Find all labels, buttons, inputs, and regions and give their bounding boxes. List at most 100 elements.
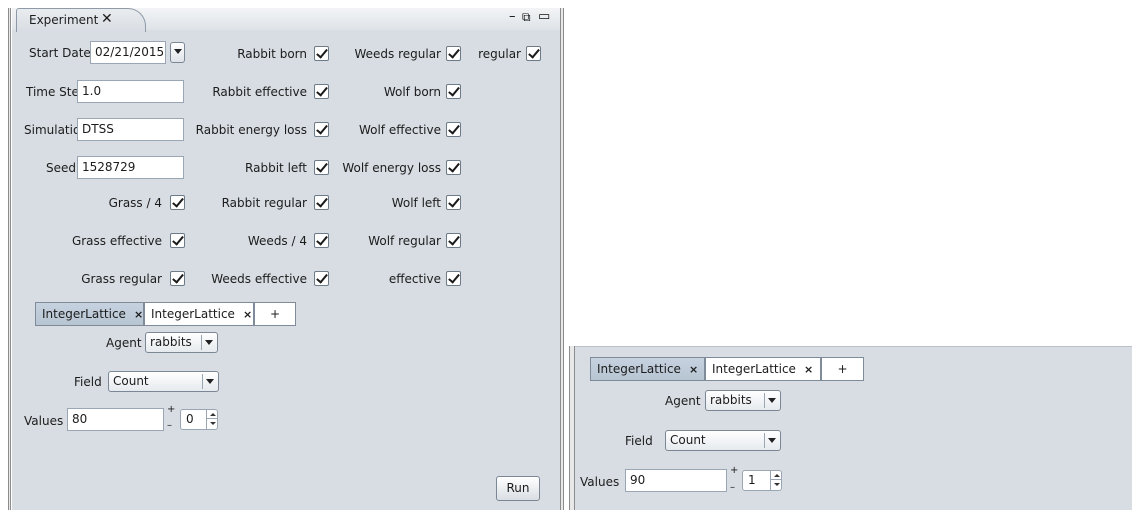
checkbox-label: Wolf energy loss	[342, 161, 441, 175]
checkbox-grass-regular[interactable]	[170, 271, 185, 286]
checkbox-rabbit-energy-loss[interactable]	[314, 122, 329, 137]
chevron-down-icon	[201, 335, 215, 350]
values-spinner[interactable]: 1	[742, 470, 782, 491]
checkbox-label: Weeds / 4	[247, 234, 307, 248]
tab-integer-lattice-1[interactable]: IntegerLattice ×	[35, 302, 144, 326]
experiment-window: Experiment ✕ – ⧉ ▭ Start Date 02/21/2015…	[0, 0, 569, 510]
tab-experiment[interactable]: Experiment ✕	[16, 8, 146, 32]
values-spinner[interactable]: 0	[180, 409, 218, 430]
agent-label: Agent	[106, 336, 142, 350]
checkbox-grass-4[interactable]	[170, 195, 185, 210]
checkbox-weeds-regular[interactable]	[446, 46, 461, 61]
checkbox-label: Wolf born	[383, 85, 441, 99]
field-select-value: Count	[670, 433, 706, 447]
checkbox-label: Rabbit regular	[221, 196, 307, 210]
add-tab-button[interactable]: +	[254, 302, 296, 326]
window-right-border[interactable]	[560, 8, 564, 510]
undock-icon[interactable]: ⧉	[522, 10, 531, 24]
checkbox-label: effective	[388, 272, 441, 286]
close-icon[interactable]: ×	[804, 363, 813, 376]
run-button[interactable]: Run	[496, 476, 540, 501]
values-label: Values	[24, 414, 64, 428]
checkbox-effective[interactable]	[446, 271, 461, 286]
close-icon[interactable]: ✕	[101, 11, 113, 27]
checkbox-label: Grass regular	[81, 272, 162, 286]
date-picker-button[interactable]	[170, 42, 185, 63]
chevron-down-icon	[174, 49, 182, 54]
minus-sign: –	[730, 482, 735, 493]
checkbox-wolf-regular[interactable]	[446, 233, 461, 248]
checkbox-label: Wolf regular	[368, 234, 441, 248]
values-spinner-value: 0	[186, 412, 194, 426]
minimize-icon[interactable]: –	[509, 10, 516, 24]
seed-field[interactable]: 1528729	[77, 156, 184, 179]
agent-select-value: rabbits	[710, 393, 752, 407]
start-date-label: Start Date	[29, 46, 91, 60]
spinner-down-icon[interactable]	[771, 480, 782, 489]
window-left-border	[8, 8, 11, 510]
checkbox-label: regular	[478, 47, 521, 61]
add-tab-button[interactable]: +	[821, 357, 864, 381]
agent-label: Agent	[665, 394, 701, 408]
checkbox-wolf-born[interactable]	[446, 84, 461, 99]
agent-select-value: rabbits	[150, 335, 192, 349]
checkbox-label: Weeds regular	[354, 47, 441, 61]
seed-label: Seed	[46, 161, 76, 175]
field-select[interactable]: Count	[108, 371, 219, 392]
checkbox-wolf-left[interactable]	[446, 195, 461, 210]
agent-select[interactable]: rabbits	[145, 332, 218, 353]
chevron-down-icon	[764, 393, 778, 408]
checkbox-label: Grass / 4	[108, 196, 162, 210]
chevron-down-icon	[764, 433, 778, 448]
spinner-up-icon[interactable]	[771, 471, 782, 480]
field-select[interactable]: Count	[665, 430, 781, 451]
simulation-field[interactable]: DTSS	[77, 118, 184, 141]
checkbox-label: Wolf left	[391, 196, 441, 210]
field-select-value: Count	[113, 374, 149, 388]
close-icon[interactable]: ×	[134, 308, 143, 321]
tab-label: IntegerLattice	[597, 362, 681, 376]
checkbox-label: Grass effective	[71, 234, 162, 248]
checkbox-grass-effective[interactable]	[170, 233, 185, 248]
lattice-panel-copy: IntegerLattice × IntegerLattice × + Agent …	[569, 0, 1132, 510]
values-label: Values	[580, 475, 620, 489]
spinner-down-icon[interactable]	[207, 419, 218, 428]
time-step-field[interactable]: 1.0	[77, 80, 184, 103]
spinner-up-icon[interactable]	[207, 410, 218, 419]
values-spinner-value: 1	[748, 473, 756, 487]
checkbox-label: Rabbit left	[245, 161, 307, 175]
tab-integer-lattice-1[interactable]: IntegerLattice ×	[590, 357, 705, 381]
checkbox-weeds-4[interactable]	[314, 233, 329, 248]
maximize-icon[interactable]: ▭	[538, 10, 550, 24]
tab-experiment-title: Experiment	[29, 13, 99, 27]
values-field[interactable]: 80	[67, 408, 164, 431]
checkbox-label: Rabbit born	[237, 47, 307, 61]
tab-label: IntegerLattice	[712, 362, 796, 376]
spinner-buttons[interactable]	[206, 410, 218, 429]
field-label: Field	[625, 434, 653, 448]
close-icon[interactable]: ×	[243, 308, 252, 321]
checkbox-label: Rabbit energy loss	[195, 123, 307, 137]
values-field[interactable]: 90	[625, 469, 727, 492]
tab-label: IntegerLattice	[42, 307, 126, 321]
close-icon[interactable]: ×	[689, 363, 698, 376]
checkbox-weeds-effective[interactable]	[314, 271, 329, 286]
minus-sign: –	[167, 420, 172, 431]
agent-select[interactable]: rabbits	[705, 390, 781, 411]
start-date-field[interactable]: 02/21/2015	[90, 41, 166, 64]
checkbox-wolf-effective[interactable]	[446, 122, 461, 137]
spinner-buttons[interactable]	[770, 471, 782, 490]
tab-integer-lattice-2[interactable]: IntegerLattice ×	[144, 302, 254, 326]
checkbox-rabbit-born[interactable]	[314, 46, 329, 61]
checkbox-label: Wolf effective	[358, 123, 441, 137]
checkbox-label: Rabbit effective	[212, 85, 307, 99]
checkbox-rabbit-left[interactable]	[314, 160, 329, 175]
checkbox-regular[interactable]	[526, 46, 541, 61]
checkbox-wolf-energy-loss[interactable]	[446, 160, 461, 175]
checkbox-label: Weeds effective	[211, 272, 307, 286]
chevron-down-icon	[202, 374, 216, 389]
checkbox-rabbit-regular[interactable]	[314, 195, 329, 210]
tab-integer-lattice-2[interactable]: IntegerLattice ×	[705, 357, 821, 381]
checkbox-rabbit-effective[interactable]	[314, 84, 329, 99]
tab-label: IntegerLattice	[151, 307, 235, 321]
